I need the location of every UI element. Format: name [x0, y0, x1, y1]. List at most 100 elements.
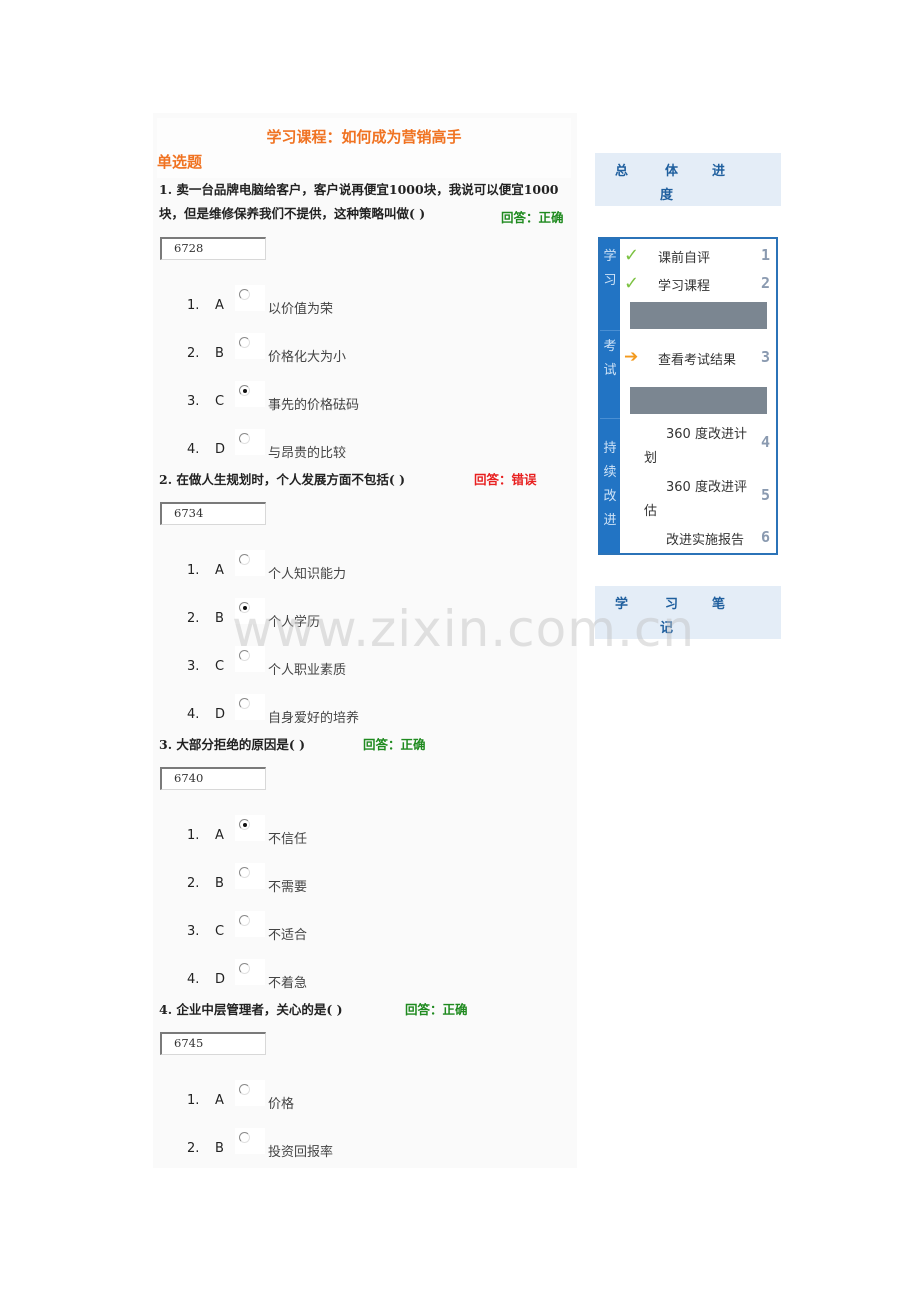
- section-title: 单选题: [157, 153, 203, 171]
- option-4-a[interactable]: 1. A 价格: [153, 1080, 573, 1120]
- radio-button[interactable]: [239, 650, 250, 661]
- option-num: 2.: [187, 1141, 200, 1156]
- rail-char: 习: [603, 273, 617, 288]
- progress-steps-panel: 学 习 考 试 持 续 改 进 ✓ 课前自评 1 ✓ 学习课程 2 ➔ 查看考试…: [598, 237, 778, 555]
- question-2-text: 2. 在做人生规划时，个人发展方面不包括( ): [159, 472, 406, 487]
- option-num: 2.: [187, 611, 200, 626]
- option-letter: D: [215, 442, 226, 457]
- header-char: 体: [665, 164, 679, 179]
- radio-button[interactable]: [239, 1084, 250, 1095]
- rail-char: 改: [603, 489, 617, 504]
- option-2-c[interactable]: 3. C 个人职业素质: [153, 646, 573, 686]
- option-num: 1.: [187, 563, 200, 578]
- header-char: 学: [615, 597, 629, 612]
- overall-progress-header[interactable]: 总 体 进 度: [595, 153, 781, 206]
- option-text: 与昂贵的比较: [268, 446, 347, 461]
- step-course[interactable]: 学习课程 2: [622, 274, 776, 297]
- option-letter: A: [215, 1093, 224, 1108]
- radio-button[interactable]: [239, 337, 250, 348]
- section-rail: 学 习 考 试 持 续 改 进: [600, 239, 620, 553]
- step-label-wrap: 估: [644, 504, 658, 519]
- header-char: 笔: [712, 597, 726, 612]
- option-num: 1.: [187, 828, 200, 843]
- option-num: 2.: [187, 346, 200, 361]
- option-num: 4.: [187, 972, 200, 987]
- option-num: 1.: [187, 298, 200, 313]
- step-label-wrap: 划: [644, 451, 658, 466]
- option-num: 3.: [187, 659, 200, 674]
- option-letter: B: [215, 1141, 224, 1156]
- quiz-panel: 学习课程：如何成为营销高手 单选题 1. 卖一台品牌电脑给客户，客户说再便宜10…: [153, 113, 577, 1168]
- step-label: 360 度改进计: [666, 427, 747, 442]
- option-3-a[interactable]: 1. A 不信任: [153, 815, 573, 855]
- option-text: 个人职业素质: [268, 663, 347, 678]
- step-360-plan[interactable]: 360 度改进计 划 4: [622, 423, 776, 469]
- study-notes-header[interactable]: 学 习 笔 记: [595, 586, 781, 639]
- option-2-a[interactable]: 1. A 个人知识能力: [153, 550, 573, 590]
- option-3-d[interactable]: 4. D 不着急: [153, 959, 573, 999]
- rail-char: 持: [603, 441, 617, 456]
- question-1-code: 6728: [160, 237, 266, 260]
- radio-button[interactable]: [239, 915, 250, 926]
- rail-char: 试: [603, 363, 617, 378]
- option-text: 不信任: [268, 832, 308, 847]
- option-text: 不适合: [268, 928, 308, 943]
- rail-char: 考: [603, 339, 617, 354]
- step-label: 查看考试结果: [658, 353, 737, 368]
- option-1-d[interactable]: 4. D 与昂贵的比较: [153, 429, 573, 469]
- option-num: 3.: [187, 924, 200, 939]
- radio-button[interactable]: [239, 963, 250, 974]
- option-text: 个人知识能力: [268, 567, 347, 582]
- step-improvement-report[interactable]: 改进实施报告 6: [622, 528, 776, 551]
- step-placeholder-bar: [630, 387, 767, 414]
- radio-button[interactable]: [239, 698, 250, 709]
- option-1-b[interactable]: 2. B 价格化大为小: [153, 333, 573, 373]
- question-4-text: 4. 企业中层管理者，关心的是( ): [159, 1002, 343, 1017]
- rail-char: 进: [603, 513, 617, 528]
- header-char: 习: [665, 597, 679, 612]
- step-number: 1: [760, 246, 770, 264]
- option-2-d[interactable]: 4. D 自身爱好的培养: [153, 694, 573, 734]
- step-number: 5: [760, 486, 770, 504]
- option-4-b[interactable]: 2. B 投资回报率: [153, 1128, 573, 1168]
- option-2-b[interactable]: 2. B 个人学历: [153, 598, 573, 638]
- rail-section-exam: 考 试: [600, 331, 620, 419]
- option-text: 价格化大为小: [268, 350, 347, 365]
- header-char: 总: [615, 164, 629, 179]
- option-letter: C: [215, 394, 225, 409]
- radio-button[interactable]: [239, 1132, 250, 1143]
- option-letter: D: [215, 707, 226, 722]
- radio-button[interactable]: [239, 867, 250, 878]
- step-pre-assessment[interactable]: 课前自评 1: [622, 246, 776, 269]
- step-number: 4: [760, 433, 770, 451]
- course-title: 学习课程：如何成为营销高手: [266, 128, 462, 146]
- question-3-text: 3. 大部分拒绝的原因是( ): [159, 737, 306, 752]
- step-360-evaluation[interactable]: 360 度改进评 估 5: [622, 476, 776, 522]
- radio-button[interactable]: [239, 289, 250, 300]
- option-text: 事先的价格砝码: [268, 398, 360, 413]
- option-3-c[interactable]: 3. C 不适合: [153, 911, 573, 951]
- question-1-line1: 1. 卖一台品牌电脑给客户，客户说再便宜1000块，我说可以便宜1000: [159, 182, 559, 197]
- option-3-b[interactable]: 2. B 不需要: [153, 863, 573, 903]
- option-1-c[interactable]: 3. C 事先的价格砝码: [153, 381, 573, 421]
- option-text: 投资回报率: [268, 1145, 334, 1160]
- rail-char: 学: [603, 249, 617, 264]
- radio-button-selected[interactable]: [239, 819, 250, 830]
- option-num: 4.: [187, 707, 200, 722]
- step-label: 学习课程: [658, 279, 711, 294]
- step-number: 2: [760, 274, 770, 292]
- option-num: 2.: [187, 876, 200, 891]
- radio-button-selected[interactable]: [239, 385, 250, 396]
- radio-button[interactable]: [239, 433, 250, 444]
- option-1-a[interactable]: 1. A 以价值为荣: [153, 285, 573, 325]
- radio-button-selected[interactable]: [239, 602, 250, 613]
- option-text: 不需要: [268, 880, 308, 895]
- radio-button[interactable]: [239, 554, 250, 565]
- question-2-answer: 回答：错误: [474, 472, 537, 487]
- option-num: 1.: [187, 1093, 200, 1108]
- option-letter: D: [215, 972, 226, 987]
- step-number: 6: [760, 528, 770, 546]
- step-exam-results[interactable]: 查看考试结果 3: [622, 348, 776, 371]
- option-letter: B: [215, 611, 224, 626]
- option-letter: B: [215, 876, 224, 891]
